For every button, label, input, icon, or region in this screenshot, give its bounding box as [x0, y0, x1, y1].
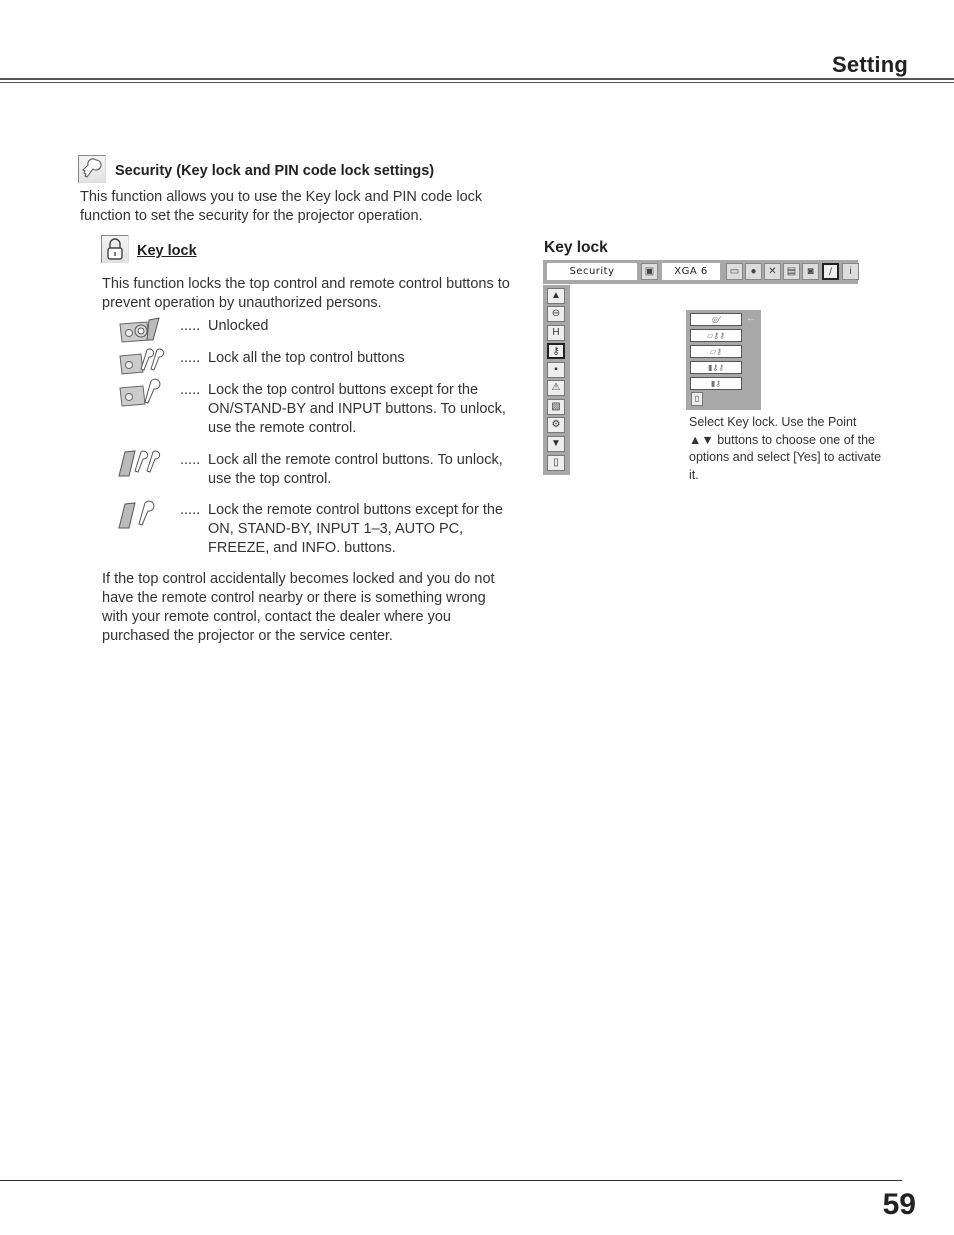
submenu-option-unlocked[interactable]: ◎⁄	[690, 313, 742, 326]
projector-two-keys-icon	[117, 346, 165, 376]
option-lock-top-all: ..... Lock all the top control buttons	[180, 349, 510, 368]
submenu-option-top-except[interactable]: ▱⚷	[690, 345, 742, 358]
scroll-down-icon[interactable]: ▼	[547, 436, 565, 452]
leader-dots: .....	[180, 452, 201, 468]
option-lock-top-except: ..... Lock the top control buttons excep…	[180, 381, 510, 438]
key-lock-heading: Key lock	[137, 243, 197, 259]
submenu-option-top-all[interactable]: ▱⚷⚷	[690, 329, 742, 342]
leader-dots: .....	[180, 382, 201, 398]
submenu-exit-icon[interactable]: ▯	[691, 392, 703, 406]
leader-dots: .....	[180, 502, 201, 518]
pin-code-icon[interactable]: ▪	[547, 362, 565, 378]
option-text: Lock the remote control buttons except f…	[208, 502, 503, 556]
projector-unlocked-icon	[117, 314, 165, 344]
submenu-option-remote-all[interactable]: ▮⚷⚷	[690, 361, 742, 374]
osd-menu-bar: Security ▣ XGA 6 ▭ ● ✕ ▤ ◙ / i	[543, 260, 859, 284]
osd-side-menu: ▲ ⊖ H ⚷ ▪ ⚠ ▧ ⚙ ▼ ▯	[543, 285, 570, 475]
remote-two-keys-icon	[117, 448, 165, 478]
osd-figure-title: Key lock	[544, 239, 608, 256]
option-lock-remote-all: ..... Lock all the remote control button…	[180, 451, 510, 489]
key-icon	[78, 155, 106, 183]
current-menu-label: Security	[547, 263, 637, 280]
input-icon[interactable]: ▣	[641, 263, 658, 280]
input-signal-label: XGA 6	[662, 263, 720, 280]
key-lock-icon[interactable]: ⚷	[547, 343, 565, 359]
selected-arrow: ←	[746, 313, 756, 324]
sound-icon[interactable]: ◙	[802, 263, 819, 280]
scroll-up-icon[interactable]: ▲	[547, 288, 565, 304]
submenu-option-remote-except[interactable]: ▮⚷	[690, 377, 742, 390]
page-number: 59	[882, 1188, 916, 1221]
image-adjust-icon[interactable]: ✕	[764, 263, 781, 280]
exit-icon[interactable]: ▯	[547, 455, 565, 471]
screen-icon[interactable]: ▤	[783, 263, 800, 280]
warning-icon[interactable]: ⚠	[547, 380, 565, 396]
footer-rule	[0, 1180, 902, 1181]
image-select-icon[interactable]: ●	[745, 263, 762, 280]
section-title: Security (Key lock and PIN code lock set…	[115, 163, 435, 179]
security-menu-icon[interactable]: ⊖	[547, 306, 565, 322]
header-rule	[0, 78, 954, 80]
pc-adjust-icon[interactable]: ▭	[726, 263, 743, 280]
key-lock-submenu: ◎⁄ ← ▱⚷⚷ ▱⚷ ▮⚷⚷ ▮⚷ ▯	[686, 310, 761, 410]
key-lock-note: If the top control accidentally becomes …	[102, 571, 495, 644]
leader-dots: .....	[180, 350, 201, 366]
projector-one-key-icon	[117, 378, 165, 408]
hdmi-icon[interactable]: H	[547, 325, 565, 341]
option-text: Lock all the remote control buttons. To …	[208, 452, 503, 487]
padlock-icon	[101, 235, 129, 263]
section-intro: This function allows you to use the Key …	[80, 189, 483, 224]
leader-dots: .....	[180, 318, 201, 334]
option-text: Unlocked	[208, 318, 269, 334]
section-header-title: Setting	[832, 52, 908, 77]
logo-icon[interactable]: ▧	[547, 399, 565, 415]
osd-caption: Select Key lock. Use the Point ▲▼ button…	[689, 415, 882, 482]
option-lock-remote-except: ..... Lock the remote control buttons ex…	[180, 501, 510, 558]
information-icon[interactable]: i	[842, 263, 859, 280]
setting-icon[interactable]: /	[822, 263, 839, 280]
key-lock-description: This function locks the top control and …	[102, 276, 510, 311]
header-rule-thin	[0, 82, 954, 83]
remote-icon[interactable]: ⚙	[547, 417, 565, 433]
option-unlocked: ..... Unlocked	[180, 317, 510, 336]
option-text: Lock all the top control buttons	[208, 350, 405, 366]
remote-one-key-icon	[117, 500, 165, 530]
option-text: Lock the top control buttons except for …	[208, 382, 506, 436]
